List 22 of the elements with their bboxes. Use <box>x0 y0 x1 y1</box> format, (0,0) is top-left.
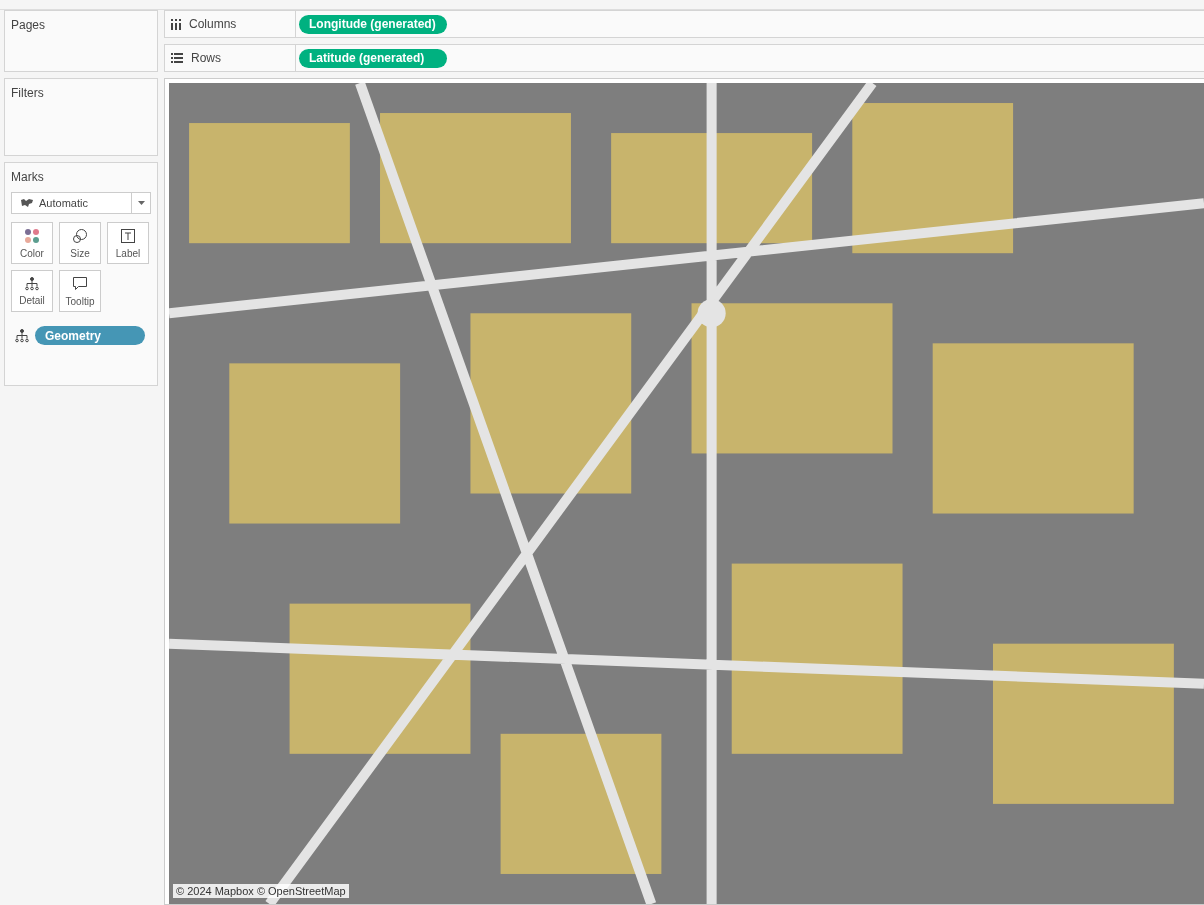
text-label-icon <box>120 227 136 244</box>
detail-tree-icon <box>25 276 39 291</box>
color-dots-icon <box>24 227 40 244</box>
map-icon <box>20 198 34 208</box>
caret-icon <box>137 201 145 205</box>
tooltip-button[interactable]: Tooltip <box>59 270 101 312</box>
detail-tree-icon <box>15 328 29 343</box>
rows-icon <box>171 53 183 63</box>
size-button[interactable]: Size <box>59 222 101 264</box>
shelf-label: Rows <box>191 51 221 65</box>
speech-bubble-icon <box>72 275 88 292</box>
mark-type-dropdown[interactable]: Automatic <box>11 192 151 214</box>
pages-title: Pages <box>11 18 47 32</box>
color-button[interactable]: Color <box>11 222 53 264</box>
shelf-label: Columns <box>189 17 237 31</box>
detail-button[interactable]: Detail <box>11 270 53 312</box>
map-attribution: © 2024 Mapbox © OpenStreetMap <box>173 884 349 898</box>
size-circles-icon <box>72 227 88 244</box>
filters-title: Filters <box>11 86 45 100</box>
label-button[interactable]: Label <box>107 222 149 264</box>
marks-title: Marks <box>11 170 45 184</box>
columns-icon <box>171 18 181 30</box>
